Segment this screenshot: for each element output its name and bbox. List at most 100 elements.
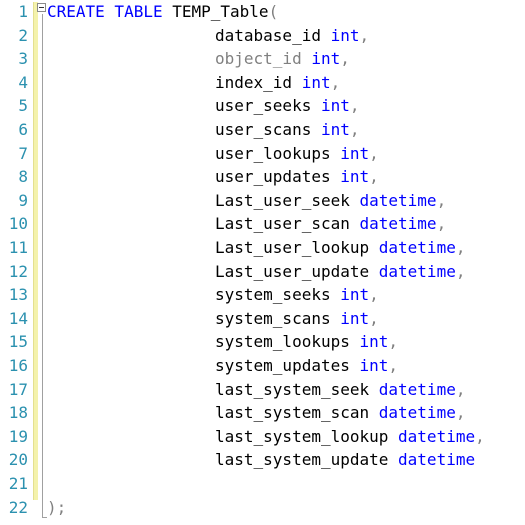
line-number: 19 (8, 426, 28, 446)
column-type: datetime (359, 214, 437, 234)
code-line-close: ); (47, 496, 66, 520)
line-number: 20 (8, 450, 28, 470)
column-name: user_seeks (215, 96, 312, 116)
separator: , (455, 261, 466, 281)
separator: , (359, 25, 370, 45)
column-type: datetime (359, 190, 437, 210)
code-line-column: index_id int, (47, 71, 340, 95)
column-type: int (359, 356, 389, 375)
line-number: 17 (8, 379, 28, 399)
column-type: datetime (378, 379, 456, 399)
column-type: int (340, 285, 370, 305)
column-type: int (320, 96, 350, 116)
code-line-column: Last_user_lookup datetime, (47, 236, 465, 260)
separator: , (369, 143, 379, 163)
column-name: system_lookups (215, 332, 350, 352)
create-table-keyword: CREATE TABLE (47, 2, 163, 21)
separator: , (349, 120, 360, 139)
sql-code-editor[interactable]: 1 2 3 4 5 6 7 8 9 10 11 12 13 14 15 16 1… (0, 0, 525, 525)
column-type: int (340, 143, 370, 163)
column-type: datetime (378, 238, 456, 257)
separator: , (369, 167, 379, 187)
separator: , (349, 96, 360, 116)
column-name: last_system_update (215, 450, 389, 470)
column-name: last_system_scan (215, 403, 370, 423)
column-type: int (340, 308, 370, 328)
column-type: int (330, 25, 360, 45)
column-type: int (301, 72, 331, 92)
change-tracking-bar (33, 2, 38, 500)
code-line-column: last_system_update datetime (47, 448, 475, 472)
collapse-toggle-icon[interactable] (37, 3, 46, 12)
line-number: 6 (18, 120, 28, 139)
code-line-column: user_scans int, (47, 118, 360, 142)
line-number: 21 (8, 474, 28, 493)
code-line-column: system_updates int, (47, 354, 398, 378)
line-number: 15 (8, 332, 28, 352)
line-number: 1 (18, 2, 28, 21)
line-number: 11 (8, 238, 28, 257)
code-line-column: last_system_lookup datetime, (47, 425, 485, 449)
column-name: system_updates (215, 356, 350, 375)
column-name: Last_user_lookup (215, 238, 370, 257)
code-line-column: user_lookups int, (47, 142, 379, 166)
table-name: TEMP_Table (172, 2, 269, 21)
column-type: datetime (398, 426, 476, 446)
column-name: database_id (215, 25, 321, 45)
line-number-gutter: 1 2 3 4 5 6 7 8 9 10 11 12 13 14 15 16 1… (0, 0, 28, 525)
column-name: system_scans (215, 308, 331, 328)
column-type: datetime (378, 403, 456, 423)
separator: , (436, 214, 447, 234)
separator: , (388, 356, 399, 375)
column-name: last_system_seek (215, 379, 370, 399)
code-line-create: CREATE TABLE TEMP_Table( (47, 0, 278, 24)
line-number: 5 (18, 96, 28, 116)
column-type: int (359, 332, 389, 352)
column-name: index_id (215, 72, 293, 92)
code-line-column: system_lookups int, (47, 330, 398, 354)
separator: , (455, 379, 466, 399)
column-name: Last_user_seek (215, 190, 350, 210)
column-name: object_id (215, 49, 302, 69)
code-line-column: database_id int, (47, 24, 369, 48)
column-type: int (320, 120, 350, 139)
line-number: 10 (8, 214, 28, 234)
line-number: 13 (8, 285, 28, 305)
column-type: datetime (398, 450, 476, 470)
line-number: 14 (8, 308, 28, 328)
column-type: datetime (378, 261, 456, 281)
separator: , (388, 332, 399, 352)
separator: , (436, 190, 447, 210)
column-type: int (311, 49, 341, 69)
line-number: 2 (18, 25, 28, 45)
line-number: 7 (18, 143, 28, 163)
separator: , (340, 49, 350, 69)
separator: , (330, 72, 341, 92)
line-number: 9 (18, 190, 28, 210)
line-number: 18 (8, 403, 28, 423)
code-line-column: Last_user_update datetime, (47, 260, 465, 284)
line-number: 22 (8, 497, 28, 517)
separator: , (455, 403, 466, 423)
separator: , (369, 308, 379, 328)
line-number: 8 (18, 167, 28, 187)
column-name: Last_user_scan (215, 214, 350, 234)
separator: , (455, 238, 466, 257)
column-name: user_scans (215, 120, 312, 139)
code-line-column: user_seeks int, (47, 94, 360, 118)
line-number: 16 (8, 356, 28, 375)
column-name: user_lookups (215, 143, 331, 163)
line-number: 4 (18, 72, 28, 92)
code-line-column: system_seeks int, (47, 283, 379, 307)
column-name: last_system_lookup (215, 426, 389, 446)
separator: , (369, 285, 379, 305)
code-line-column: object_id int, (47, 47, 350, 71)
line-number: 12 (8, 261, 28, 281)
code-line-column: Last_user_scan datetime, (47, 212, 446, 236)
open-paren: ( (268, 2, 279, 21)
code-line-column: system_scans int, (47, 307, 379, 331)
close-paren: ); (47, 497, 67, 517)
column-type: int (340, 167, 370, 187)
code-line-column: Last_user_seek datetime, (47, 189, 446, 213)
separator: , (475, 426, 485, 446)
